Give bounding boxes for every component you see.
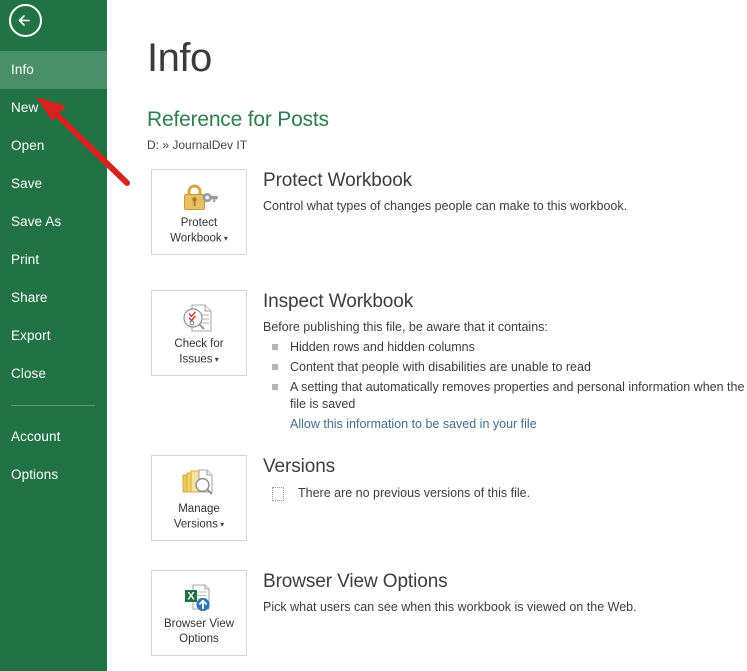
section-heading: Browser View Options [263, 571, 448, 592]
sidebar-item-label: Save As [11, 214, 62, 229]
chevron-down-icon: ▾ [217, 520, 225, 529]
backstage-view: Info New Open Save Save As Print Share E… [0, 0, 747, 671]
sidebar-item-new[interactable]: New [0, 89, 107, 127]
sidebar-item-open[interactable]: Open [0, 127, 107, 165]
sidebar-divider [11, 405, 95, 406]
list-item-label: A setting that automatically removes pro… [290, 380, 745, 411]
list-item: Content that people with disabilities ar… [263, 359, 747, 376]
allow-information-link[interactable]: Allow this information to be saved in yo… [290, 417, 537, 431]
list-item: A setting that automatically removes pro… [263, 379, 747, 413]
browser-view-options-body: Browser View Options Pick what users can… [263, 570, 747, 616]
manage-versions-button-label: Manage Versions ▾ [152, 502, 246, 533]
section-description: Before publishing this file, be aware th… [263, 320, 548, 334]
backstage-nav-list: Info New Open Save Save As Print Share E… [0, 51, 107, 494]
sidebar-item-label: Info [11, 62, 34, 77]
sidebar-item-export[interactable]: Export [0, 317, 107, 355]
document-inspect-icon [152, 299, 246, 337]
versions-body: Versions There are no previous versions … [263, 455, 747, 501]
manage-versions-icon [152, 464, 246, 502]
excel-upload-icon: X [152, 579, 246, 617]
button-label-line2: Versions [173, 518, 218, 531]
padlock-key-icon [152, 178, 246, 216]
sidebar-item-info[interactable]: Info [0, 51, 107, 89]
section-description: Control what types of changes people can… [263, 199, 628, 213]
back-arrow-icon[interactable] [9, 4, 42, 37]
sidebar-item-save[interactable]: Save [0, 165, 107, 203]
chevron-down-icon: ▾ [212, 355, 219, 364]
sidebar-item-account[interactable]: Account [0, 418, 107, 456]
page-title: Info [147, 36, 212, 80]
chevron-down-icon: ▾ [221, 234, 228, 243]
back-arrow-glyph [18, 15, 30, 26]
sidebar-item-label: Print [11, 252, 40, 267]
button-label-line1: Check for [174, 338, 224, 350]
page-outline-icon [272, 487, 284, 501]
button-label-line2: Options [179, 633, 219, 645]
section-heading: Protect Workbook [263, 170, 413, 191]
button-label-line1: Manage [178, 503, 220, 515]
section-heading: Inspect Workbook [263, 291, 414, 312]
section-description: Pick what users can see when this workbo… [263, 600, 637, 614]
protect-workbook-button[interactable]: Protect Workbook ▾ [151, 169, 247, 255]
sidebar-item-label: Save [11, 176, 43, 191]
button-label-line1: Browser View [163, 618, 235, 630]
sidebar-item-save-as[interactable]: Save As [0, 203, 107, 241]
section-heading: Versions [263, 456, 336, 477]
document-title: Reference for Posts [147, 108, 329, 131]
browser-view-options-button[interactable]: X Browser View Options [151, 570, 247, 656]
button-label-line2: Workbook [170, 232, 222, 245]
bullet-square-icon [272, 344, 278, 350]
versions-note-text: There are no previous versions of this f… [298, 486, 531, 500]
sidebar-item-label: Open [11, 138, 45, 153]
browser-view-options-button-label: Browser View Options [152, 617, 246, 647]
padlock-key-glyph [184, 184, 218, 210]
manage-versions-button[interactable]: Manage Versions ▾ [151, 455, 247, 541]
bullet-square-icon [272, 384, 278, 390]
protect-workbook-button-label: Protect Workbook ▾ [152, 216, 246, 247]
sidebar-item-label: Close [11, 366, 47, 381]
sidebar-item-options[interactable]: Options [0, 456, 107, 494]
manage-versions-glyph [182, 469, 213, 495]
document-inspect-glyph [183, 304, 212, 332]
check-for-issues-button[interactable]: Check for Issues ▾ [151, 290, 247, 376]
backstage-sidebar: Info New Open Save Save As Print Share E… [0, 0, 107, 671]
sidebar-item-label: New [11, 100, 39, 115]
sidebar-item-share[interactable]: Share [0, 279, 107, 317]
sidebar-item-label: Options [11, 467, 59, 482]
bullet-square-icon [272, 364, 278, 370]
list-item-label: Hidden rows and hidden columns [290, 340, 475, 354]
sidebar-item-label: Account [11, 429, 61, 444]
sidebar-item-close[interactable]: Close [0, 355, 107, 393]
backstage-main: Info Reference for Posts D: » JournalDev… [107, 0, 747, 671]
svg-text:X: X [187, 591, 195, 603]
document-path: D: » JournalDev IT [147, 138, 248, 152]
sidebar-item-label: Export [11, 328, 51, 343]
sidebar-item-label: Share [11, 290, 48, 305]
list-item: Hidden rows and hidden columns [263, 339, 747, 356]
versions-note: There are no previous versions of this f… [263, 485, 747, 501]
inspect-workbook-body: Inspect Workbook Before publishing this … [263, 290, 747, 433]
list-item-label: Content that people with disabilities ar… [290, 360, 591, 374]
button-label-line1: Protect [180, 217, 218, 229]
protect-workbook-body: Protect Workbook Control what types of c… [263, 169, 747, 215]
button-label-line2: Issues [179, 353, 213, 366]
sidebar-item-print[interactable]: Print [0, 241, 107, 279]
inspect-issues-list: Hidden rows and hidden columns Content t… [263, 339, 747, 413]
check-for-issues-button-label: Check for Issues ▾ [152, 337, 246, 368]
excel-upload-glyph: X [185, 584, 210, 612]
